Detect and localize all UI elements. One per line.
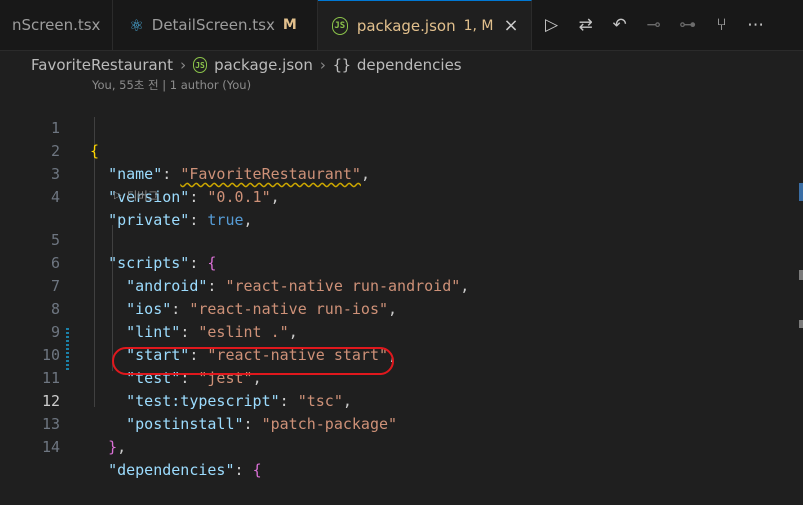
git-graph-icon[interactable]: ⑂ xyxy=(712,15,732,35)
code-line: 3 "version": "0.0.1", xyxy=(0,140,803,206)
code-line: 1 { xyxy=(0,94,803,160)
modified-badge: 1, M xyxy=(463,17,494,34)
code-line: 10 "test": "jest", xyxy=(0,321,803,387)
json-file-icon: JS xyxy=(331,16,348,35)
tab-label: nScreen.tsx xyxy=(12,16,101,34)
scrollbar-marker[interactable] xyxy=(799,320,803,328)
modified-badge: M xyxy=(282,17,297,33)
code-line: 2 "name": "FavoriteRestaurant", xyxy=(0,117,803,183)
breadcrumb: FavoriteRestaurant › JS package.json › {… xyxy=(0,51,803,79)
code-line: 13 }, xyxy=(0,390,803,456)
code-line: 6 "android": "react-native run-android", xyxy=(0,229,803,295)
code-line: 4 "private": true, xyxy=(0,163,803,229)
codelens-row: ▷ 디버그 xyxy=(0,186,803,206)
code-editor[interactable]: 1 { 2 "name": "FavoriteRestaurant", 3 "v… xyxy=(0,94,803,479)
code-line: 11 "test:typescript": "tsc", xyxy=(0,344,803,410)
debug-codelens[interactable]: ▷ 디버그 xyxy=(114,186,158,206)
play-icon: ▷ xyxy=(114,190,122,201)
scrollbar-marker[interactable] xyxy=(799,183,803,201)
tab-label: DetailScreen.tsx xyxy=(151,16,275,34)
previous-change-icon[interactable]: ⊸ xyxy=(644,15,664,35)
tab-package-json[interactable]: JS package.json 1, M × xyxy=(317,0,532,50)
chevron-right-icon: › xyxy=(319,56,326,74)
code-line-current: 12 "postinstall": "patch-package" xyxy=(0,367,803,433)
code-line: 8 "lint": "eslint .", xyxy=(0,275,803,341)
close-icon[interactable]: × xyxy=(503,15,518,36)
chevron-right-icon: › xyxy=(180,56,187,74)
breadcrumb-folder[interactable]: FavoriteRestaurant xyxy=(31,56,173,74)
run-icon[interactable]: ▷ xyxy=(542,15,562,35)
code-line: 7 "ios": "react-native run-ios", xyxy=(0,252,803,318)
codelens-label: 디버그 xyxy=(126,189,159,203)
react-icon: ⚛ xyxy=(129,15,144,35)
tab-main-screen[interactable]: nScreen.tsx xyxy=(0,0,114,50)
tab-detail-screen[interactable]: ⚛ DetailScreen.tsx M xyxy=(113,0,318,50)
go-back-icon[interactable]: ↶ xyxy=(610,15,630,35)
git-blame-annotation[interactable]: You, 55초 전 | 1 author (You) xyxy=(92,77,251,93)
breadcrumb-file[interactable]: package.json xyxy=(214,56,313,74)
tab-label: package.json xyxy=(356,16,456,35)
next-change-icon[interactable]: ⊶ xyxy=(678,15,698,35)
breadcrumb-symbol[interactable]: dependencies xyxy=(357,56,462,74)
scrollbar-marker[interactable] xyxy=(799,270,803,280)
compare-changes-icon[interactable]: ⇄ xyxy=(576,15,596,35)
code-line: 14 "dependencies": { xyxy=(0,413,803,479)
more-actions-icon[interactable]: ⋯ xyxy=(746,15,766,35)
object-symbol-icon: {} xyxy=(332,56,351,74)
code-line: 9 "start": "react-native start", xyxy=(0,298,803,364)
json-key: "dependencies" xyxy=(108,461,235,479)
json-file-icon: JS xyxy=(193,57,208,73)
code-line: 5 "scripts": { xyxy=(0,206,803,272)
editor-toolbar: ▷ ⇄ ↶ ⊸ ⊶ ⑂ ⋯ xyxy=(542,0,766,50)
line-number: 14 xyxy=(41,438,60,456)
editor-tab-bar: nScreen.tsx ⚛ DetailScreen.tsx M JS pack… xyxy=(0,0,803,51)
